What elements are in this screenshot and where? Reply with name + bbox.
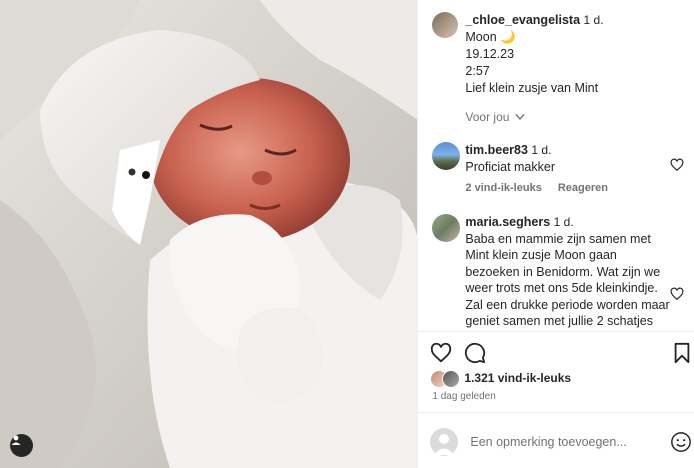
bookmark-icon[interactable] xyxy=(672,342,692,364)
post-actions xyxy=(430,340,692,366)
caption-line: Moon 🌙 xyxy=(465,30,516,44)
comment-avatar[interactable] xyxy=(432,142,461,170)
comment-time: 1 d. xyxy=(553,215,574,229)
caption-line: 2:57 xyxy=(465,64,490,78)
comment-avatar[interactable] xyxy=(432,214,461,242)
current-user-avatar xyxy=(430,428,459,456)
likes-summary[interactable]: 1.321 vind-ik-leuks xyxy=(430,370,571,388)
comment-actions: 2 vind-ik-leuks Reageren xyxy=(465,182,608,194)
emoji-icon[interactable] xyxy=(670,431,692,453)
comment-likes[interactable]: 2 vind-ik-leuks xyxy=(465,182,541,194)
caption-line: 19.12.23 xyxy=(465,47,515,61)
caption-line: Lief klein zusje van Mint xyxy=(465,81,599,95)
user-tag-icon[interactable] xyxy=(10,434,33,457)
comment-icon[interactable] xyxy=(464,342,486,364)
comment-text: Proficiat makker xyxy=(465,160,555,174)
comment: tim.beer83 1 d. Proficiat makker xyxy=(465,142,665,176)
post-photo[interactable] xyxy=(0,0,418,468)
liker-avatar xyxy=(442,370,461,388)
author-avatar[interactable] xyxy=(432,12,459,38)
comment: maria.seghers 1 d. Baba en mammie zijn s… xyxy=(465,214,670,328)
post-time: 1 d. xyxy=(583,13,604,27)
comment-author[interactable]: tim.beer83 xyxy=(465,143,528,157)
divider xyxy=(418,331,694,332)
post-date: 1 dag geleden xyxy=(432,391,496,402)
heart-icon[interactable] xyxy=(670,287,684,301)
comment-time: 1 d. xyxy=(531,143,552,157)
divider xyxy=(418,412,694,413)
comment-text: Baba en mammie zijn samen met Mint klein… xyxy=(465,231,670,329)
voor-jou-label: Voor jou xyxy=(465,110,510,124)
author-name[interactable]: _chloe_evangelista xyxy=(465,13,580,27)
comment-author[interactable]: maria.seghers xyxy=(465,215,550,229)
comment-input[interactable]: Een opmerking toevoegen... xyxy=(470,435,670,449)
heart-icon[interactable] xyxy=(670,158,684,172)
add-comment-bar: Een opmerking toevoegen... xyxy=(430,426,692,458)
reply-button[interactable]: Reageren xyxy=(558,182,608,194)
heart-icon[interactable] xyxy=(430,342,452,364)
voor-jou-toggle[interactable]: Voor jou xyxy=(465,110,525,124)
likes-count[interactable]: 1.321 vind-ik-leuks xyxy=(464,371,571,385)
post-details-panel: _chloe_evangelista 1 d. Moon 🌙 19.12.23 … xyxy=(417,0,694,468)
post-caption: _chloe_evangelista 1 d. Moon 🌙 19.12.23 … xyxy=(465,12,685,97)
baby-photo-illustration xyxy=(0,0,418,468)
post-viewer: _chloe_evangelista 1 d. Moon 🌙 19.12.23 … xyxy=(0,0,694,468)
chevron-down-icon xyxy=(515,114,525,121)
